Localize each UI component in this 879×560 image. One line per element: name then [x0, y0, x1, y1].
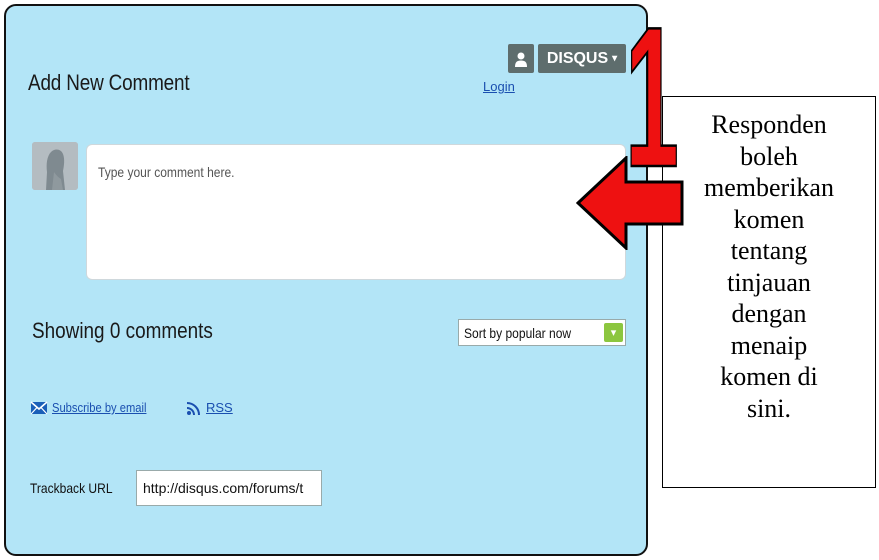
callout-line: tentang — [730, 236, 808, 265]
add-comment-title: Add New Comment — [28, 70, 190, 95]
annotation-number-one: 1 — [624, 24, 681, 174]
disqus-menu-button[interactable]: DISQUS ▾ — [538, 44, 626, 73]
comment-placeholder: Type your comment here. — [98, 164, 235, 180]
callout-line: komen di — [720, 362, 818, 391]
callout-line: Responden — [711, 110, 827, 139]
rss-link[interactable]: RSS — [206, 400, 233, 415]
annotation-number-text: 1 — [625, 24, 679, 174]
callout-line: sini. — [746, 393, 792, 423]
sort-select[interactable]: Sort by popular now ▾ — [458, 319, 626, 346]
sort-select-label: Sort by popular now — [464, 325, 572, 341]
callout-line: memberikan — [704, 173, 834, 202]
trackback-url-field[interactable] — [136, 470, 322, 506]
login-link[interactable]: Login — [483, 79, 515, 94]
callout-line: boleh — [740, 141, 798, 171]
user-silhouette-icon — [515, 52, 527, 67]
comment-count-heading: Showing 0 comments — [32, 318, 213, 343]
callout-line: tinjauan — [727, 267, 811, 297]
rss-feed-icon[interactable] — [186, 400, 202, 416]
disqus-caret-icon: ▾ — [612, 53, 618, 64]
callout-line: menaip — [730, 330, 808, 360]
default-avatar-icon — [32, 142, 78, 190]
left-arrow-annotation-icon — [576, 156, 684, 250]
disqus-label: DISQUS — [546, 49, 609, 67]
subscribe-email-link[interactable]: Subscribe by email — [52, 400, 146, 415]
callout-line: dengan — [731, 299, 807, 328]
envelope-icon[interactable] — [30, 399, 48, 417]
trackback-label: Trackback URL — [30, 480, 113, 496]
annotation-callout: Responden boleh memberikan komen tentang… — [662, 96, 876, 488]
chevron-down-icon[interactable]: ▾ — [604, 323, 623, 342]
callout-line: komen — [733, 204, 805, 234]
disqus-user-button[interactable] — [508, 44, 534, 73]
